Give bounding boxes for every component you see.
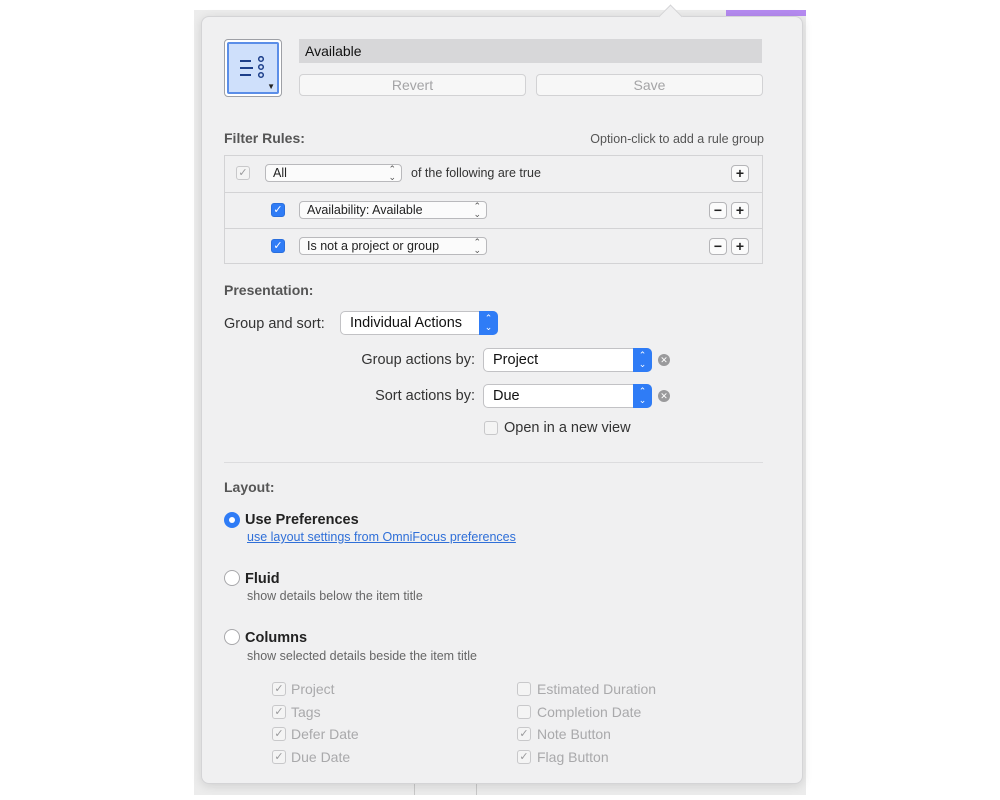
sort-by-select[interactable]: Due ⌃ ⌄ [483, 384, 652, 408]
clear-group-by-icon[interactable]: ✕ [658, 354, 670, 366]
column-estimated-duration-label: Estimated Duration [537, 681, 657, 697]
match-popup[interactable]: All ⌃ ⌄ [265, 164, 402, 182]
sort-by-label: Sort actions by: [375, 388, 475, 404]
updown-arrows-icon: ⌃ ⌄ [633, 348, 652, 372]
column-flag-button-checkbox[interactable]: ✓ [517, 750, 531, 764]
column-flag-button-label: Flag Button [537, 749, 609, 765]
filter-rules-table: ✓ All ⌃ ⌄ of the following are true + ✓ A… [224, 155, 763, 264]
rule-group-checkbox[interactable]: ✓ [236, 166, 250, 180]
column-defer-date-label: Defer Date [291, 726, 359, 742]
presentation-title: Presentation: [224, 282, 314, 298]
updown-arrows-icon: ⌃ ⌄ [479, 311, 498, 335]
column-tags-label: Tags [291, 704, 321, 720]
column-project-checkbox[interactable]: ✓ [272, 682, 286, 696]
columns-title: Columns [245, 630, 308, 646]
preferences-link[interactable]: use layout settings from OmniFocus prefe… [247, 530, 516, 544]
sort-by-value: Due [493, 388, 520, 404]
add-rule-button[interactable]: + [731, 202, 749, 219]
column-defer-date-checkbox[interactable]: ✓ [272, 727, 286, 741]
updown-arrows-icon: ⌃ ⌄ [633, 384, 652, 408]
updown-arrows-icon: ⌃ ⌄ [473, 237, 481, 255]
rule-popup-value: Is not a project or group [307, 239, 440, 253]
column-due-date-checkbox[interactable]: ✓ [272, 750, 286, 764]
remove-rule-button[interactable]: − [709, 238, 727, 255]
layout-title: Layout: [224, 479, 275, 495]
updown-arrows-icon: ⌃ ⌄ [473, 201, 481, 219]
add-rule-button[interactable]: + [731, 165, 749, 182]
filter-rules-title: Filter Rules: [224, 130, 305, 146]
column-estimated-duration-checkbox[interactable] [517, 682, 531, 696]
column-completion-date-checkbox[interactable] [517, 705, 531, 719]
group-by-select[interactable]: Project ⌃ ⌄ [483, 348, 652, 372]
group-sort-value: Individual Actions [350, 315, 463, 331]
columns-radio[interactable] [224, 629, 240, 645]
fluid-title: Fluid [245, 571, 280, 587]
revert-button[interactable]: Revert [299, 74, 526, 96]
rule-checkbox[interactable]: ✓ [271, 203, 285, 217]
updown-arrows-icon: ⌃ ⌄ [388, 164, 396, 182]
rule-group-row: ✓ All ⌃ ⌄ of the following are true + [225, 156, 762, 192]
perspective-icon: ▼ [227, 42, 279, 94]
group-by-label: Group actions by: [361, 352, 475, 368]
open-new-view-label: Open in a new view [504, 420, 631, 436]
section-divider [224, 462, 763, 463]
column-note-button-checkbox[interactable]: ✓ [517, 727, 531, 741]
column-project-label: Project [291, 681, 335, 697]
perspective-name-field[interactable]: Available [299, 39, 762, 63]
column-note-button-label: Note Button [537, 726, 611, 742]
column-due-date-label: Due Date [291, 749, 351, 765]
group-sort-label: Group and sort: [224, 316, 325, 332]
group-by-value: Project [493, 352, 539, 368]
column-tags-checkbox[interactable]: ✓ [272, 705, 286, 719]
columns-subtitle: show selected details beside the item ti… [247, 649, 477, 663]
list-icon [240, 56, 265, 79]
popover-arrow [658, 4, 683, 29]
use-preferences-radio[interactable] [224, 512, 240, 528]
rule-checkbox[interactable]: ✓ [271, 239, 285, 253]
save-button[interactable]: Save [536, 74, 763, 96]
fluid-radio[interactable] [224, 570, 240, 586]
open-new-view-checkbox[interactable] [484, 421, 498, 435]
rule-group-suffix: of the following are true [411, 166, 541, 180]
remove-rule-button[interactable]: − [709, 202, 727, 219]
rule-row: ✓ Availability: Available ⌃ ⌄ − + [225, 192, 762, 229]
rule-popup[interactable]: Availability: Available ⌃ ⌄ [299, 201, 487, 219]
group-sort-select[interactable]: Individual Actions ⌃ ⌄ [340, 311, 498, 335]
add-rule-button[interactable]: + [731, 238, 749, 255]
fluid-subtitle: show details below the item title [247, 589, 423, 603]
rule-row: ✓ Is not a project or group ⌃ ⌄ − + [225, 228, 762, 265]
clear-sort-by-icon[interactable]: ✕ [658, 390, 670, 402]
rule-popup-value: Availability: Available [307, 203, 423, 217]
filter-rules-hint: Option-click to add a rule group [590, 132, 764, 146]
rule-popup[interactable]: Is not a project or group ⌃ ⌄ [299, 237, 487, 255]
column-completion-date-label: Completion Date [537, 704, 642, 720]
use-preferences-title: Use Preferences [245, 512, 359, 528]
perspective-icon-picker[interactable]: ▼ [224, 39, 282, 97]
match-popup-value: All [273, 166, 287, 180]
perspective-popover: ▼ Available Revert Save Filter Rules: Op… [201, 4, 803, 784]
chevron-down-icon: ▼ [267, 82, 275, 91]
